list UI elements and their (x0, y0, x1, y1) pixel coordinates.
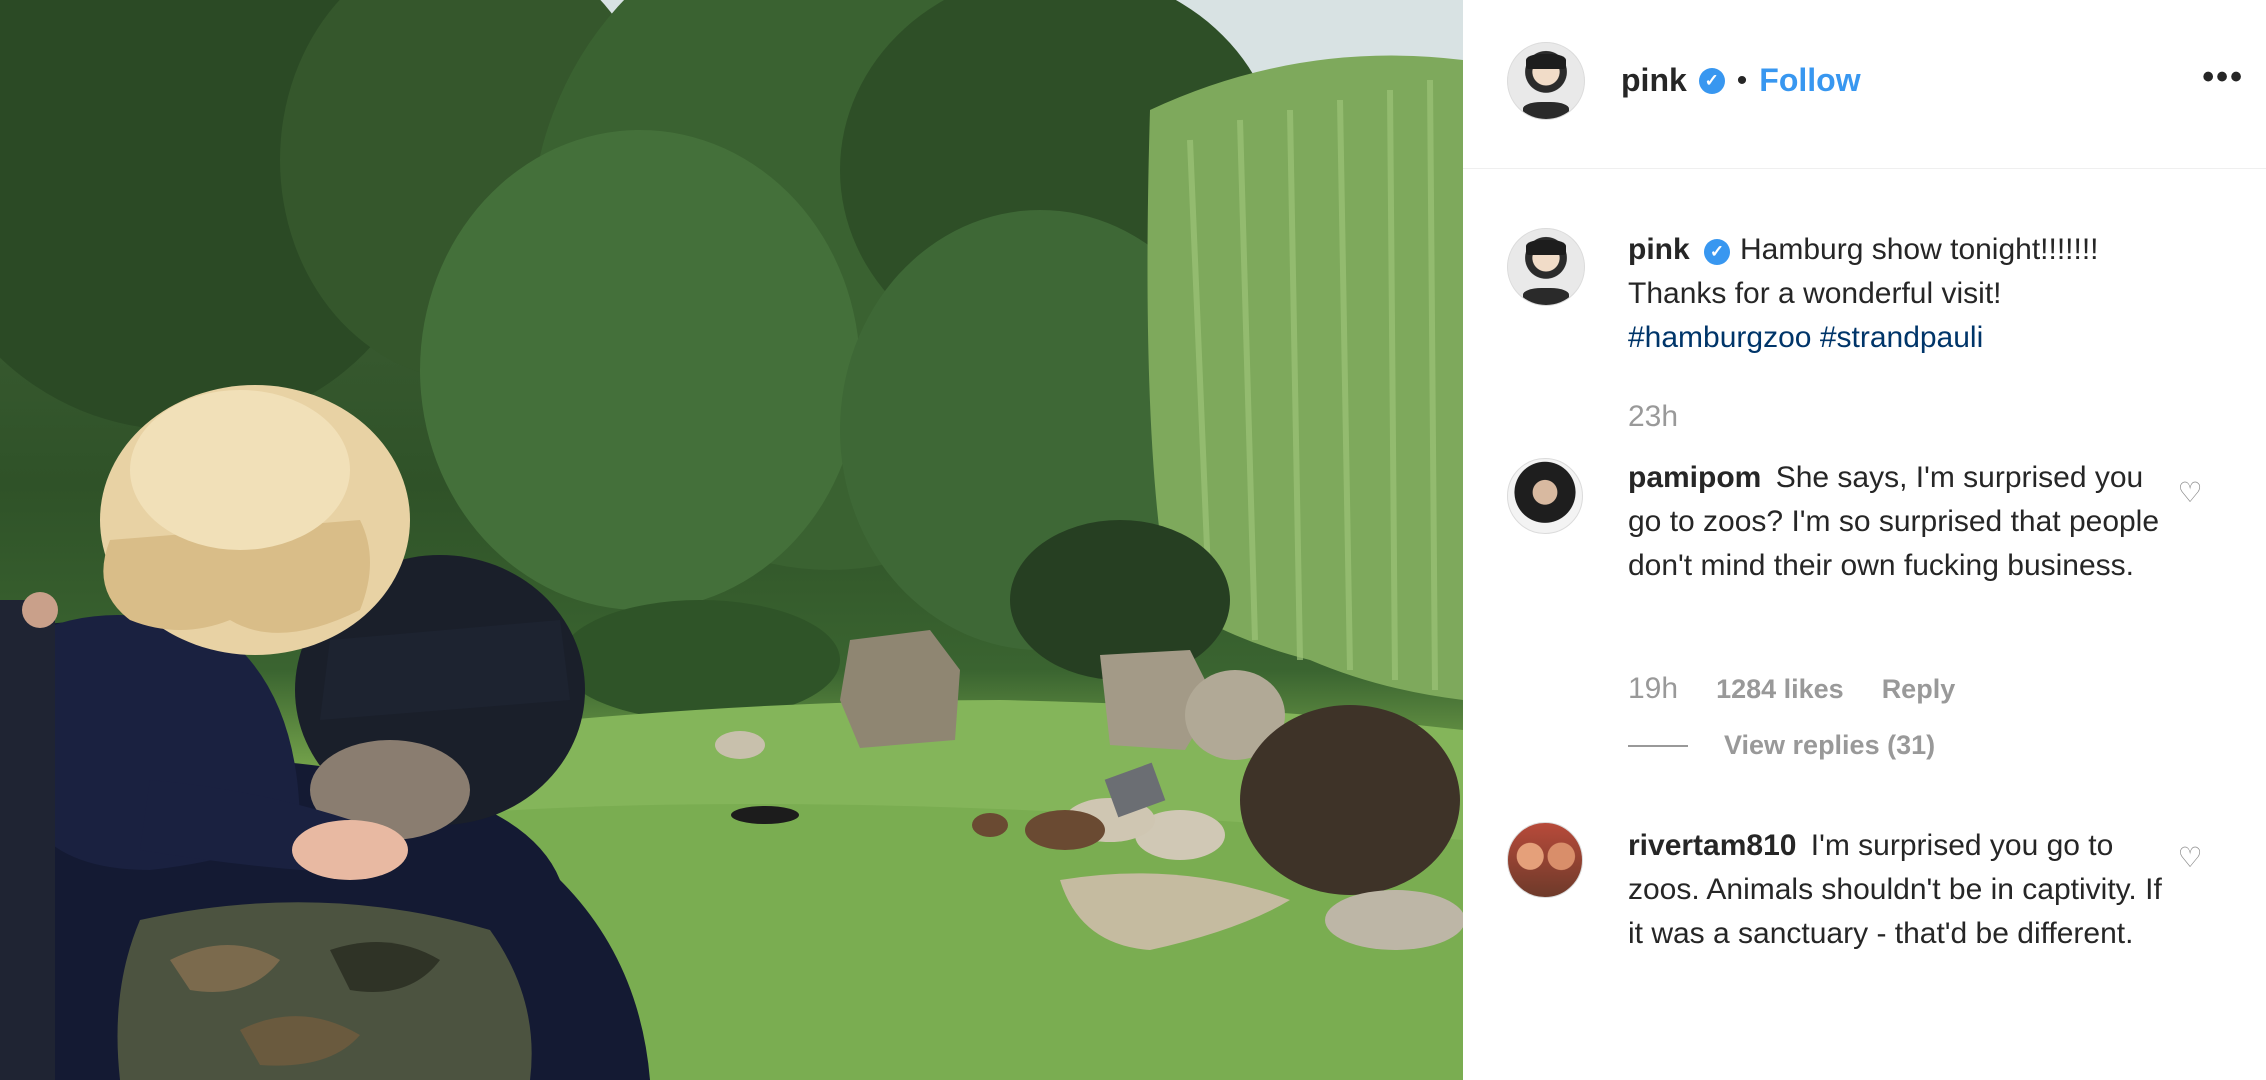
author-username[interactable]: pink (1621, 62, 1687, 99)
author-avatar[interactable] (1507, 42, 1585, 120)
comment-text-block: pamipom She says, I'm surprised you go t… (1628, 456, 2168, 588)
caption-text: Hamburg show tonight!!!!!!! Thanks for a… (1628, 233, 2099, 310)
hashtag-link[interactable]: #hamburgzoo (1628, 321, 1811, 354)
verified-badge-icon: ✓ (1704, 239, 1731, 265)
replies-divider-line (1628, 744, 1688, 747)
caption-text-block: pink ✓ Hamburg show tonight!!!!!!! Thanks… (1628, 228, 2168, 360)
post-details-panel: pink ✓ • Follow ••• pink ✓ Hamburg show t… (1463, 0, 2266, 1080)
caption-username[interactable]: pink (1628, 233, 1698, 266)
view-replies-button[interactable]: View replies (31) (1628, 730, 1935, 761)
verified-badge-icon: ✓ (1698, 67, 1725, 94)
reply-button[interactable]: Reply (1882, 674, 1956, 705)
commenter-avatar[interactable] (1507, 822, 1583, 898)
post-header: pink ✓ • Follow ••• (1463, 0, 2266, 169)
comment-likes[interactable]: 1284 likes (1716, 674, 1844, 705)
avatar-body (1523, 288, 1569, 305)
header-separator: • (1736, 63, 1748, 97)
heart-icon[interactable]: ♡ (2175, 843, 2205, 873)
post-photo (0, 0, 1463, 1080)
header-user-row: pink ✓ • Follow (1621, 62, 1861, 99)
avatar-hat (1526, 53, 1566, 69)
commenter-username[interactable]: rivertam810 (1628, 829, 1805, 862)
hashtag-link[interactable]: #strandpauli (1820, 321, 1983, 354)
more-options-icon[interactable]: ••• (2202, 58, 2244, 97)
follow-button[interactable]: Follow (1759, 62, 1860, 99)
heart-icon[interactable]: ♡ (2175, 478, 2205, 508)
caption-author-avatar[interactable] (1507, 228, 1585, 306)
comment-meta: 19h 1284 likes Reply (1628, 672, 1955, 706)
comment-timestamp[interactable]: 19h (1628, 672, 1678, 706)
view-replies-label: View replies (31) (1724, 730, 1936, 760)
commenter-avatar[interactable] (1507, 458, 1583, 534)
comment-text-block: rivertam810 I'm surprised you go to zoos… (1628, 824, 2168, 956)
avatar-body (1523, 102, 1569, 119)
caption-timestamp[interactable]: 23h (1628, 400, 1678, 434)
commenter-username[interactable]: pamipom (1628, 461, 1770, 494)
avatar-hat (1526, 239, 1566, 255)
